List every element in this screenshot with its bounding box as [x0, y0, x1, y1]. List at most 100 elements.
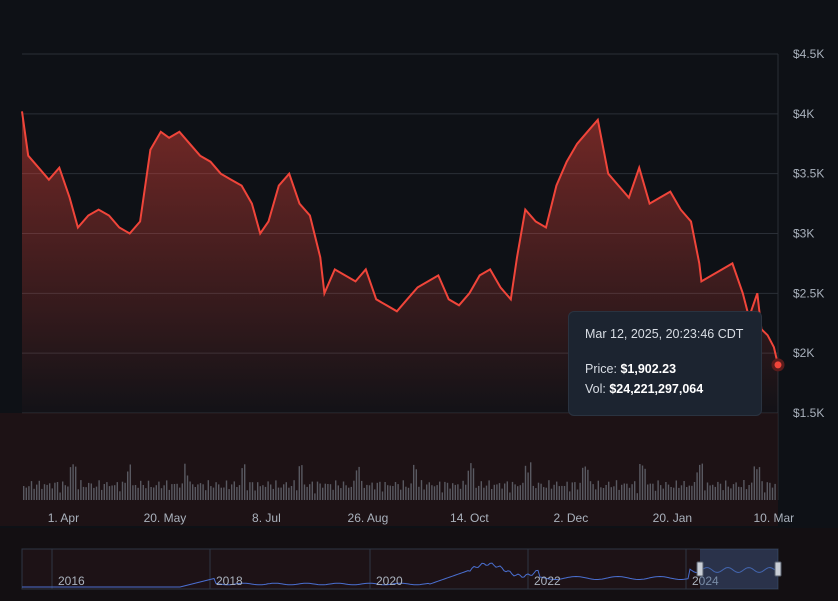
volume-bar [511, 481, 514, 500]
navigator-year: 2020 [376, 574, 403, 588]
volume-bar [550, 488, 553, 500]
volume-bar [30, 481, 33, 500]
volume-bar [402, 480, 404, 500]
volume-bar [335, 480, 337, 500]
volume-bar [537, 482, 540, 500]
volume-bar [660, 485, 662, 500]
volume-bar [683, 481, 685, 500]
volume-bar [405, 486, 407, 500]
volume-bar [379, 481, 381, 500]
volume-bar [553, 484, 555, 500]
volume-bar [43, 484, 46, 500]
x-tick-label: 14. Oct [450, 511, 489, 525]
volume-bar [85, 487, 87, 500]
volume-bar [639, 464, 641, 500]
volume-bar [758, 467, 761, 500]
volume-bar [699, 464, 701, 500]
volume-bar [680, 485, 683, 500]
volume-bar [397, 484, 399, 500]
volume-bar [652, 483, 654, 500]
volume-bar [587, 469, 589, 500]
volume-bar [259, 486, 261, 500]
volume-bar [64, 485, 66, 500]
volume-bar [426, 484, 428, 500]
volume-bar [527, 472, 529, 500]
navigator-selection[interactable] [700, 549, 778, 589]
volume-bar [93, 487, 95, 500]
volume-bar [36, 484, 38, 500]
volume-bar [394, 482, 397, 500]
price-tooltip: Mar 12, 2025, 20:23:46 CDT Price: $1,902… [568, 311, 762, 416]
volume-bar [46, 484, 48, 500]
volume-bar [199, 483, 202, 500]
volume-bar [33, 488, 35, 500]
volume-bar [350, 486, 352, 500]
volume-bar [272, 488, 274, 500]
volume-bar [483, 487, 485, 500]
volume-bar [413, 464, 415, 500]
navigator-handle-left[interactable] [696, 561, 704, 577]
volume-bar [192, 484, 194, 500]
hover-point[interactable] [771, 358, 785, 372]
volume-bar [270, 484, 272, 500]
volume-bar [155, 485, 157, 500]
volume-bar [212, 487, 215, 500]
volume-bar [436, 485, 438, 500]
volume-bar [376, 482, 378, 500]
y-tick-label: $3K [793, 227, 814, 241]
volume-bar [116, 482, 118, 500]
volume-bar [407, 487, 410, 500]
volume-bar [189, 481, 191, 500]
volume-bar [441, 492, 443, 500]
volume-bar [296, 490, 298, 500]
volume-bar [173, 484, 176, 500]
volume-bar [571, 482, 573, 500]
volume-bar [566, 481, 568, 500]
volume-bar [670, 487, 672, 500]
volume-bar [285, 482, 287, 500]
volume-bar [114, 485, 116, 500]
volume-bar [485, 485, 488, 500]
volume-bar [355, 470, 358, 500]
x-tick-label: 8. Jul [252, 511, 281, 525]
navigator-handle-right[interactable] [774, 561, 782, 577]
volume-bar [548, 480, 550, 500]
volume-bar [517, 486, 519, 500]
volume-bar [106, 482, 108, 500]
volume-bar [171, 484, 173, 500]
volume-bar [470, 463, 472, 500]
volume-bar [368, 485, 371, 500]
volume-bar [28, 486, 30, 500]
volume-bar [579, 482, 581, 500]
volume-bar [176, 483, 178, 500]
volume-bar [493, 484, 495, 500]
volume-bar [738, 486, 740, 500]
volume-bar [298, 466, 300, 500]
tooltip-vol-label: Vol: [585, 382, 606, 396]
volume-bar [623, 483, 625, 500]
volume-bar [389, 485, 391, 500]
volume-bar [207, 480, 209, 500]
volume-bar [673, 487, 675, 500]
volume-bar [90, 483, 92, 500]
volume-bar [592, 484, 594, 500]
volume-bar [41, 488, 43, 500]
volume-bar [558, 486, 560, 500]
volume-bar [600, 487, 602, 500]
volume-bar [137, 487, 139, 500]
navigator-year: 2018 [216, 574, 243, 588]
volume-bar [496, 484, 498, 500]
volume-bar [228, 489, 230, 500]
volume-bar [290, 486, 293, 500]
volume-bar [727, 486, 729, 500]
volume-bar [353, 480, 355, 500]
volume-bar [49, 483, 51, 500]
volume-bar [644, 468, 646, 500]
volume-bar [504, 483, 506, 500]
volume-bar [574, 482, 576, 500]
volume-bar [374, 489, 376, 500]
volume-bar [454, 484, 456, 500]
volume-bar [400, 489, 402, 500]
volume-bar [316, 481, 319, 500]
volume-bar [59, 492, 61, 500]
